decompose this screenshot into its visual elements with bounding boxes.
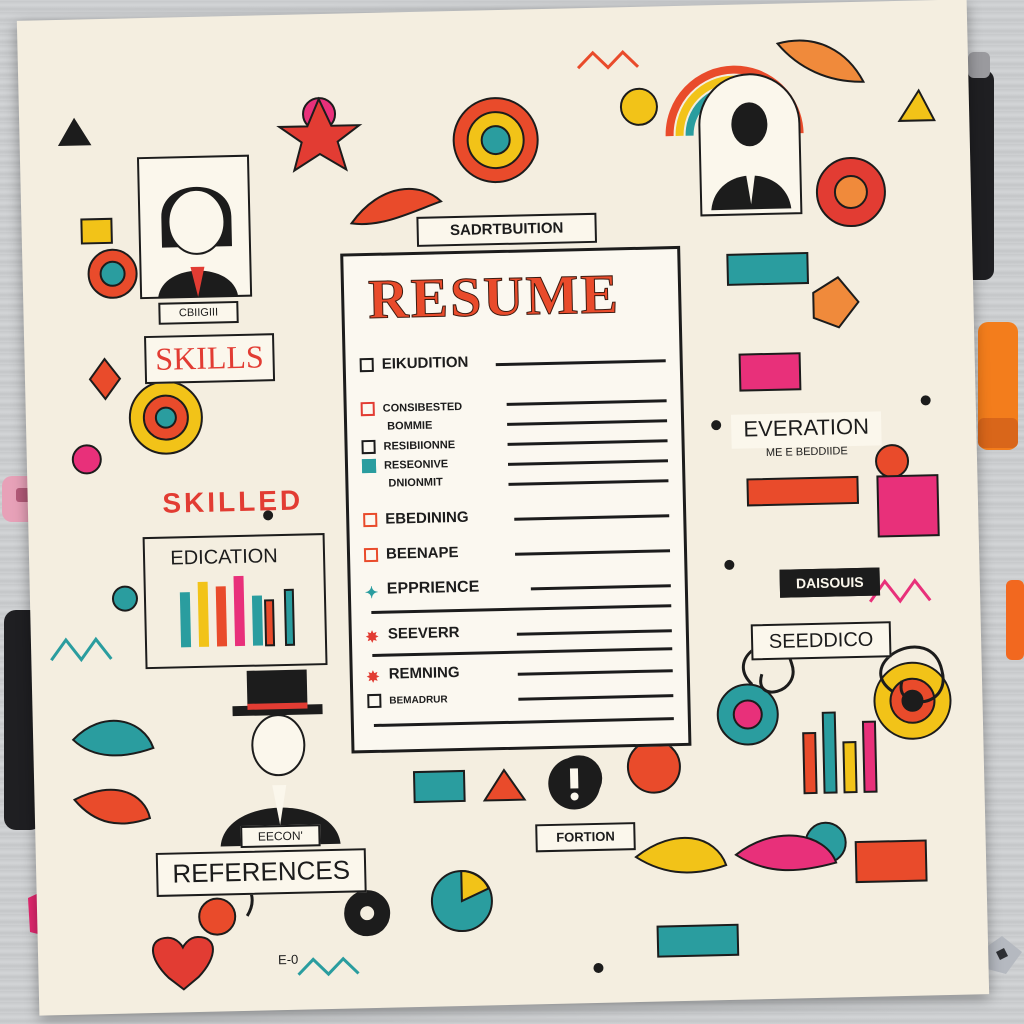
checkbox-icon [361,439,376,455]
text-line [517,669,673,676]
education-label: EDICATION [170,545,278,570]
text-line [514,514,670,521]
text-line [507,459,669,466]
star-bullet-icon: ✸ [366,668,380,686]
resume-row: ✦ EPPRIENCE [364,578,480,603]
star-bullet-icon: ✦ [364,584,379,603]
text-line [507,439,668,446]
checkbox-icon [360,401,375,417]
resume-row: ✸ REMNING [366,664,460,686]
resume-row-label: EIKUDITION [381,353,469,373]
silhouette-man-illustration [698,73,803,217]
resume-row: EBEDINING [363,509,469,528]
text-line [515,549,671,556]
skills-label: SKILLS [144,333,276,385]
resume-card: RESUME EIKUDITION CONSIBESTED BOMMIE RES… [340,245,692,754]
resume-row: RESEONIVE [361,457,449,474]
text-line [508,479,669,486]
resume-row: BEENAPE [363,544,459,563]
resume-row-label: BOMMIE [386,419,433,433]
resume-row-label: EPPRIENCE [386,578,480,598]
checkbox-icon [363,547,379,562]
checkbox-icon [367,693,382,709]
resume-row-label: DNIONMIT [388,476,443,490]
resume-poster-paper: SADRTBUITION RESUME EIKUDITION CONSIBEST… [16,0,990,1016]
text-line [506,399,667,406]
checkbox-icon [359,357,374,372]
resume-row-label: RESIBIIONNE [383,439,456,453]
resume-row: ✸ SEEVERR [365,624,460,646]
checkbox-icon [361,458,377,474]
text-line [371,604,672,615]
star-bullet-icon: ✸ [365,628,379,646]
resume-row: DNIONMIT [388,476,443,489]
references-label: REFERENCES [155,848,367,897]
checkbox-icon [363,512,378,527]
evernation-sub-label: ME E BEDDIIDE [765,445,848,460]
resume-row-label: REMNING [388,664,460,683]
text-line [373,717,674,727]
resume-row: EIKUDITION [359,353,469,373]
text-line [507,419,668,426]
orange-highlighter-edge [1006,580,1024,660]
resume-title: RESUME [367,263,621,332]
resume-row: RESIBIIONNE [361,438,456,455]
text-line [495,359,666,367]
resume-row-label: EBEDINING [385,508,469,528]
orange-highlighter [978,322,1018,450]
text-line [372,647,673,658]
resume-row-label: CONSIBESTED [382,400,463,415]
resume-row-label: BEENAPE [385,544,459,563]
daisons-label: DAISOUIS [779,567,881,598]
resume-row-label: RESEONIVE [383,458,449,472]
man-with-top-hat-illustration [220,669,341,847]
text-line [530,584,671,591]
resume-row: CONSIBESTED [360,400,463,417]
seeddico-label: SEEDDICO [750,621,892,661]
text-line [518,694,674,701]
top-banner-label: SADRTBUITION [416,212,598,247]
text-line [516,629,672,636]
portrait-woman-illustration [136,154,253,300]
resume-row: BEMADRUR [367,692,448,709]
resume-row-label: BEMADRUR [389,693,448,707]
fortion-label: FORTION [535,822,636,853]
resume-row-label: SEEVERR [387,624,460,643]
bottom-left-small-label: E-0 [277,951,299,968]
skilled-banner-label: SKILLED [162,484,304,519]
resume-row: BOMMIE [387,420,432,433]
name-tag-label: CBIIGIII [158,300,239,325]
references-tag-label: EECON' [240,824,321,849]
